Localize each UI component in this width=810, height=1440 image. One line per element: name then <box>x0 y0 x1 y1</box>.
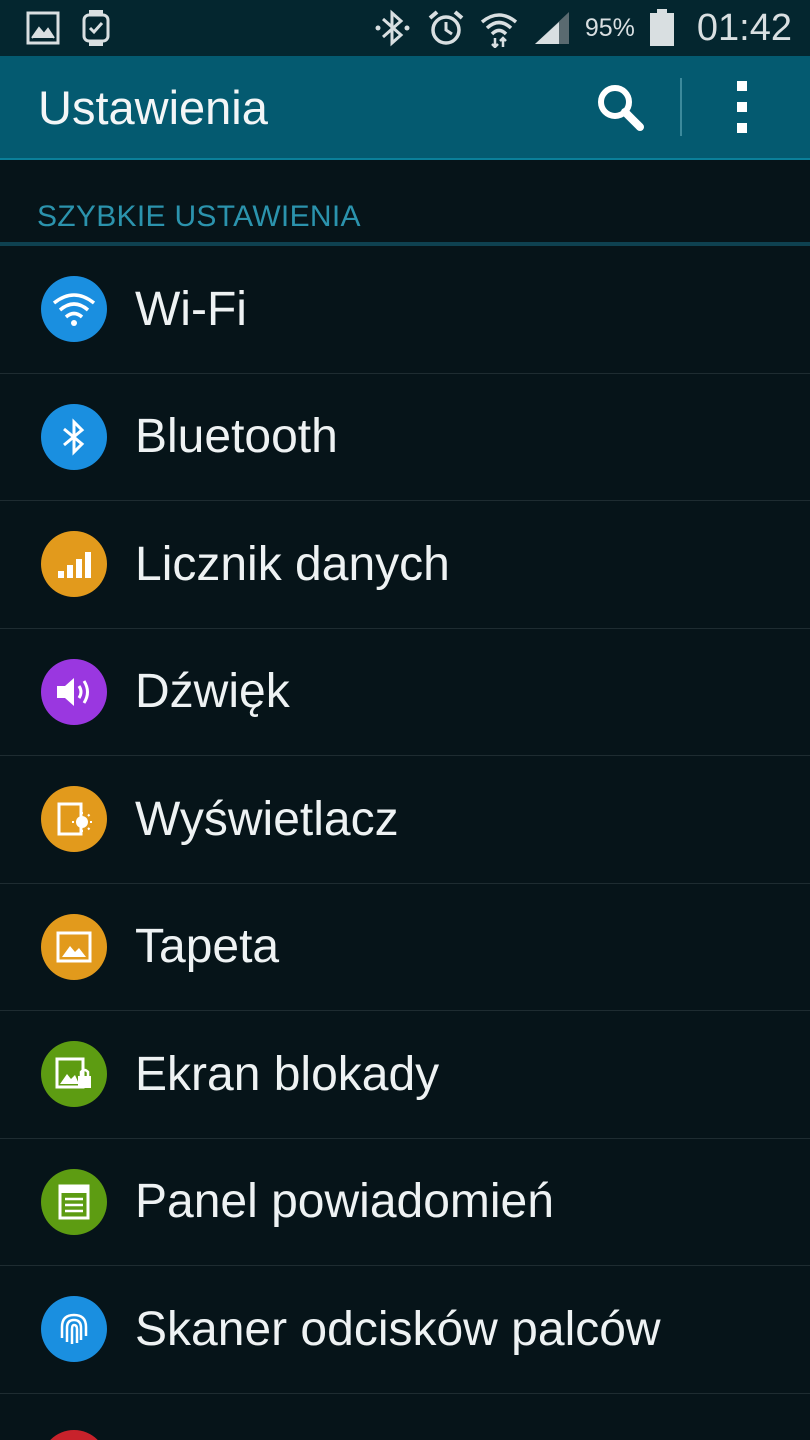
action-bar-divider <box>680 78 682 136</box>
sound-icon <box>41 658 107 725</box>
settings-item-bluetooth[interactable]: Bluetooth <box>0 374 810 501</box>
status-bar: 95% 01:42 <box>0 0 810 56</box>
settings-item-label: Skaner odcisków palców <box>135 1302 661 1356</box>
smartwatch-icon <box>82 10 110 46</box>
wifi-icon <box>41 276 107 343</box>
bluetooth-status-icon <box>373 9 413 47</box>
section-header-quick-settings: SZYBKIE USTAWIENIA <box>0 160 810 246</box>
more-options-button[interactable] <box>712 77 772 137</box>
settings-screen: 95% 01:42 Ustawienia SZYBKIE USTAWIENIA … <box>0 0 810 1440</box>
display-icon <box>41 786 107 853</box>
settings-item-label: Bluetooth <box>135 410 338 464</box>
wallpaper-icon <box>41 913 107 980</box>
settings-item-lock-screen[interactable]: Ekran blokady <box>0 1011 810 1139</box>
settings-item-label: Panel powiadomień <box>135 1175 554 1229</box>
settings-item-label: Dźwięk <box>135 665 290 719</box>
settings-item-sound[interactable]: Dźwięk <box>0 629 810 756</box>
battery-icon <box>649 9 675 47</box>
fingerprint-icon <box>41 1296 107 1363</box>
notification-panel-icon <box>41 1168 107 1235</box>
settings-item-label: Tapeta <box>135 920 280 974</box>
data-usage-icon <box>41 531 107 598</box>
battery-percentage: 95% <box>584 13 635 42</box>
page-title: Ustawienia <box>38 80 268 134</box>
settings-item-notification-panel[interactable]: Panel powiadomień <box>0 1139 810 1266</box>
partial-settings-item-icon[interactable] <box>41 1430 107 1440</box>
alarm-icon <box>427 9 465 47</box>
settings-item-wifi[interactable]: Wi-Fi <box>0 246 810 374</box>
settings-item-label: Wyświetlacz <box>135 792 399 846</box>
signal-strength-icon <box>533 10 571 46</box>
settings-item-fingerprint-scanner[interactable]: Skaner odcisków palców <box>0 1266 810 1394</box>
search-icon <box>598 85 644 131</box>
settings-item-label: Ekran blokady <box>135 1047 440 1101</box>
lock-screen-icon <box>41 1041 107 1108</box>
search-button[interactable] <box>590 77 650 137</box>
status-right: 95% 01:42 <box>373 7 792 50</box>
more-vert-icon <box>737 81 747 133</box>
action-bar: Ustawienia <box>0 56 810 160</box>
settings-list: Wi-Fi Bluetooth Licznik danych Dźwięk Wy… <box>0 246 810 1394</box>
settings-item-wallpaper[interactable]: Tapeta <box>0 884 810 1011</box>
gallery-notification-icon <box>26 11 60 45</box>
wifi-status-icon <box>479 8 519 48</box>
bluetooth-icon <box>41 403 107 470</box>
settings-item-label: Wi-Fi <box>135 282 247 336</box>
settings-item-display[interactable]: Wyświetlacz <box>0 756 810 884</box>
settings-item-label: Licznik danych <box>135 537 450 591</box>
status-left <box>26 10 110 46</box>
clock: 01:42 <box>696 6 792 49</box>
settings-item-data-usage[interactable]: Licznik danych <box>0 501 810 629</box>
